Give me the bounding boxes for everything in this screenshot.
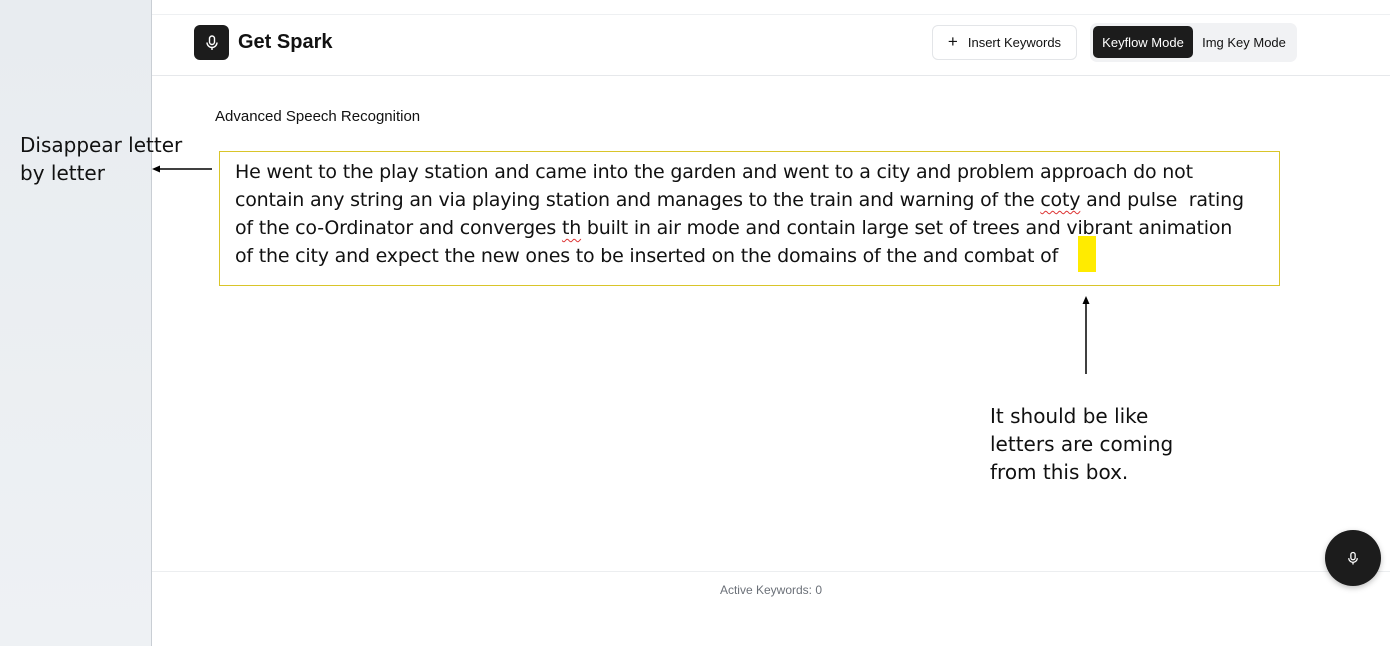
transcript-box[interactable]: He went to the play station and came int… xyxy=(219,151,1280,286)
transcript-line: of the city and expect the new ones to b… xyxy=(235,245,1059,267)
annotation-left: Disappear letter by letter xyxy=(20,133,183,185)
insert-keywords-button[interactable]: + Insert Keywords xyxy=(932,25,1077,60)
plus-icon: + xyxy=(947,32,958,51)
active-keywords-count: Active Keywords: 0 xyxy=(719,583,823,597)
annotation-right: It should be like letters are coming fro… xyxy=(990,404,1174,484)
microphone-icon xyxy=(1348,551,1358,564)
logo-mic-button[interactable] xyxy=(194,25,229,60)
img-key-mode-button[interactable]: Img Key Mode xyxy=(1194,26,1294,58)
footer-divider xyxy=(152,571,1390,572)
sidebar xyxy=(0,0,152,646)
record-fab-button[interactable] xyxy=(1325,530,1381,586)
transcript-line: contain any string an via playing statio… xyxy=(235,189,1244,211)
transcript-line: He went to the play station and came int… xyxy=(235,161,1193,183)
text-cursor-block xyxy=(1078,236,1096,272)
mode-toggle: Keyflow Mode Img Key Mode xyxy=(1090,23,1297,62)
app-title: Get Spark xyxy=(238,31,333,53)
app-stage: Get Spark + Insert Keywords Keyflow Mode… xyxy=(0,0,1390,646)
app-header: Get Spark + Insert Keywords Keyflow Mode… xyxy=(152,15,1390,76)
transcript-text: He went to the play station and came int… xyxy=(235,158,1265,270)
annotation-arrows xyxy=(152,165,1090,374)
up-arrow xyxy=(1082,296,1090,374)
transcript-line: of the co-Ordinator and converges th bui… xyxy=(235,217,1233,239)
keyflow-mode-button[interactable]: Keyflow Mode xyxy=(1093,26,1193,58)
section-label: Advanced Speech Recognition xyxy=(215,108,421,125)
misspelled-word: th xyxy=(561,217,582,239)
insert-keywords-label: Insert Keywords xyxy=(967,35,1062,50)
misspelled-word: coty xyxy=(1040,189,1081,211)
microphone-icon xyxy=(205,34,218,50)
